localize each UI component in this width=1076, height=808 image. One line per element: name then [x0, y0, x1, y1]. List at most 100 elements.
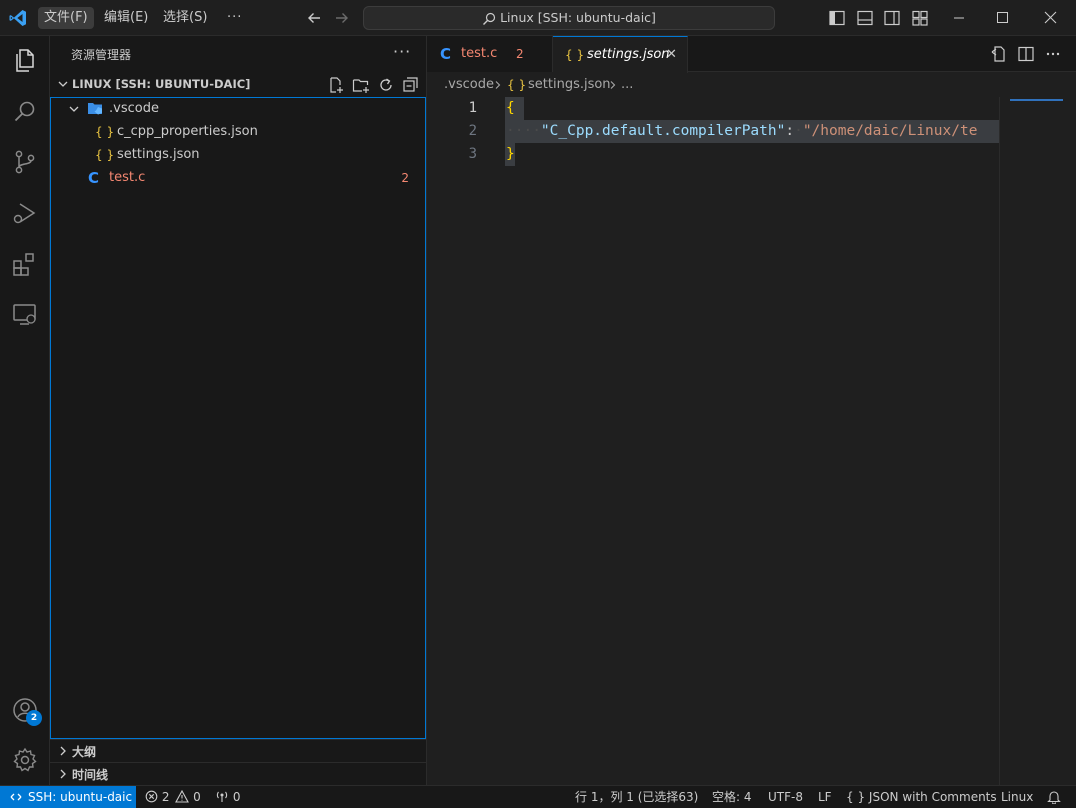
- menu-file[interactable]: 文件(F): [38, 7, 94, 29]
- breadcrumb-file[interactable]: settings.json: [528, 73, 611, 97]
- json-file-icon: { }: [95, 125, 115, 139]
- breadcrumb-more[interactable]: ...: [621, 73, 633, 97]
- tab-close-icon[interactable]: ✕: [666, 37, 677, 73]
- vscode-folder-icon: [88, 103, 102, 115]
- new-file-icon[interactable]: [327, 76, 345, 94]
- error-icon: [145, 790, 158, 803]
- code-editor[interactable]: 1 2 3 { ····"C_Cpp.default.compilerPath"…: [427, 97, 1076, 785]
- refresh-icon[interactable]: [377, 76, 395, 94]
- more-actions-icon[interactable]: [1044, 45, 1062, 63]
- sidebar-more-button[interactable]: ···: [393, 42, 411, 61]
- warning-count: 0: [193, 790, 201, 804]
- problem-count: 2: [401, 171, 409, 185]
- sidebar-title: 资源管理器: [71, 48, 132, 62]
- code-indent: ····: [506, 123, 541, 139]
- maximize-icon[interactable]: [980, 0, 1026, 36]
- notifications-bell-icon[interactable]: [1047, 790, 1061, 804]
- language-mode[interactable]: { } JSON with Comments: [846, 786, 997, 808]
- activity-bar: 2: [0, 36, 50, 785]
- explorer-sidebar: 资源管理器 ··· LINUX [SSH: UBUNTU-DAIC] .vsco…: [50, 36, 427, 785]
- warning-icon: [175, 789, 190, 803]
- menu-edit[interactable]: 编辑(E): [98, 7, 154, 29]
- tab-settings-json[interactable]: { } settings.json ✕: [553, 36, 688, 73]
- encoding[interactable]: UTF-8: [768, 786, 803, 808]
- explorer-icon[interactable]: [11, 46, 39, 74]
- cursor-position[interactable]: 行 1，列 1 (已选择63): [575, 786, 698, 808]
- toggle-primary-sidebar-icon[interactable]: [828, 9, 846, 27]
- broadcast-icon: [216, 791, 228, 802]
- code-value: "/home/daic/Linux/te: [802, 123, 978, 139]
- settings-gear-icon[interactable]: [11, 746, 39, 774]
- open-settings-json-icon[interactable]: [990, 45, 1008, 63]
- command-center[interactable]: Linux [SSH: ubuntu-daic]: [363, 6, 775, 30]
- json-file-icon: { }: [95, 148, 115, 162]
- tab-test-c[interactable]: C test.c 2: [427, 36, 553, 72]
- tree-item-label: test.c: [109, 170, 146, 185]
- end-of-line[interactable]: LF: [818, 786, 832, 808]
- code-brace-open: {: [506, 100, 515, 116]
- chevron-right-icon: [60, 769, 66, 779]
- source-control-icon[interactable]: [11, 148, 39, 176]
- tree-item-test-c[interactable]: C test.c 2: [51, 167, 425, 189]
- problems-indicator[interactable]: 2 0: [145, 786, 201, 808]
- breadcrumb-chevron-icon: [495, 81, 501, 89]
- editor-tabs: C test.c 2 { } settings.json ✕: [427, 36, 1076, 73]
- run-debug-icon[interactable]: [11, 199, 39, 227]
- line-number: 3: [468, 146, 477, 162]
- tree-item-c-cpp-properties[interactable]: { } c_cpp_properties.json: [51, 121, 425, 143]
- outline-label: 大纲: [72, 745, 97, 759]
- ports-indicator[interactable]: 0: [215, 786, 240, 808]
- tree-item-settings-json[interactable]: { } settings.json: [51, 144, 425, 166]
- accounts-badge: 2: [26, 710, 42, 726]
- breadcrumb-folder[interactable]: .vscode: [444, 73, 494, 97]
- forward-arrow-icon[interactable]: [332, 8, 352, 28]
- back-arrow-icon[interactable]: [304, 8, 324, 28]
- tree-item-label: settings.json: [117, 147, 200, 162]
- close-window-icon[interactable]: [1028, 0, 1074, 36]
- code-colon: :: [785, 123, 795, 139]
- tab-label: settings.json: [587, 47, 670, 62]
- timeline-section-header[interactable]: 时间线: [50, 762, 427, 784]
- workspace-name: LINUX [SSH: UBUNTU-DAIC]: [72, 77, 251, 91]
- outline-section-header[interactable]: 大纲: [50, 739, 427, 761]
- code-space: ·: [794, 123, 803, 139]
- status-bar: SSH: ubuntu-daic 2 0 0 行 1，列 1 (已选择63) 空…: [0, 785, 1076, 808]
- line-number: 1: [468, 100, 477, 116]
- code-key: "C_Cpp.default.compilerPath": [540, 123, 786, 139]
- collapse-all-icon[interactable]: [402, 76, 420, 94]
- vscode-logo-icon[interactable]: [8, 8, 28, 28]
- ports-count: 0: [232, 790, 241, 804]
- workspace-section-header[interactable]: LINUX [SSH: UBUNTU-DAIC]: [50, 74, 427, 96]
- remote-label: SSH: ubuntu-daic: [28, 790, 133, 804]
- menu-selection[interactable]: 选择(S): [157, 7, 213, 29]
- customize-layout-icon[interactable]: [911, 9, 929, 27]
- chevron-down-icon: [69, 106, 79, 112]
- timeline-label: 时间线: [72, 768, 109, 782]
- minimize-icon[interactable]: [936, 0, 982, 36]
- indentation[interactable]: 空格: 4: [712, 786, 752, 808]
- c-file-icon: C: [88, 169, 100, 187]
- error-count: 2: [161, 790, 170, 804]
- platform[interactable]: Linux: [1001, 786, 1033, 808]
- tree-item-vscode-folder[interactable]: .vscode: [51, 98, 425, 120]
- json-file-icon: { }: [565, 48, 585, 62]
- split-editor-icon[interactable]: [1017, 45, 1035, 63]
- minimap[interactable]: [999, 97, 1076, 785]
- tab-label: test.c: [461, 46, 498, 61]
- remote-indicator[interactable]: SSH: ubuntu-daic: [0, 786, 136, 808]
- menu-more[interactable]: ···: [221, 7, 248, 29]
- remote-icon: [10, 793, 22, 801]
- code-brace-close: }: [506, 146, 515, 162]
- toggle-panel-icon[interactable]: [856, 9, 874, 27]
- command-center-label: Linux [SSH: ubuntu-daic]: [500, 10, 656, 25]
- chevron-right-icon: [60, 746, 66, 756]
- search-icon[interactable]: [11, 98, 39, 126]
- line-number: 2: [468, 123, 477, 139]
- new-folder-icon[interactable]: [352, 76, 370, 94]
- remote-explorer-icon[interactable]: [11, 300, 39, 328]
- language-icon: { }: [846, 790, 866, 804]
- chevron-down-icon: [58, 81, 68, 87]
- tab-problem-count: 2: [516, 47, 524, 61]
- toggle-secondary-sidebar-icon[interactable]: [883, 9, 901, 27]
- extensions-icon[interactable]: [11, 250, 39, 278]
